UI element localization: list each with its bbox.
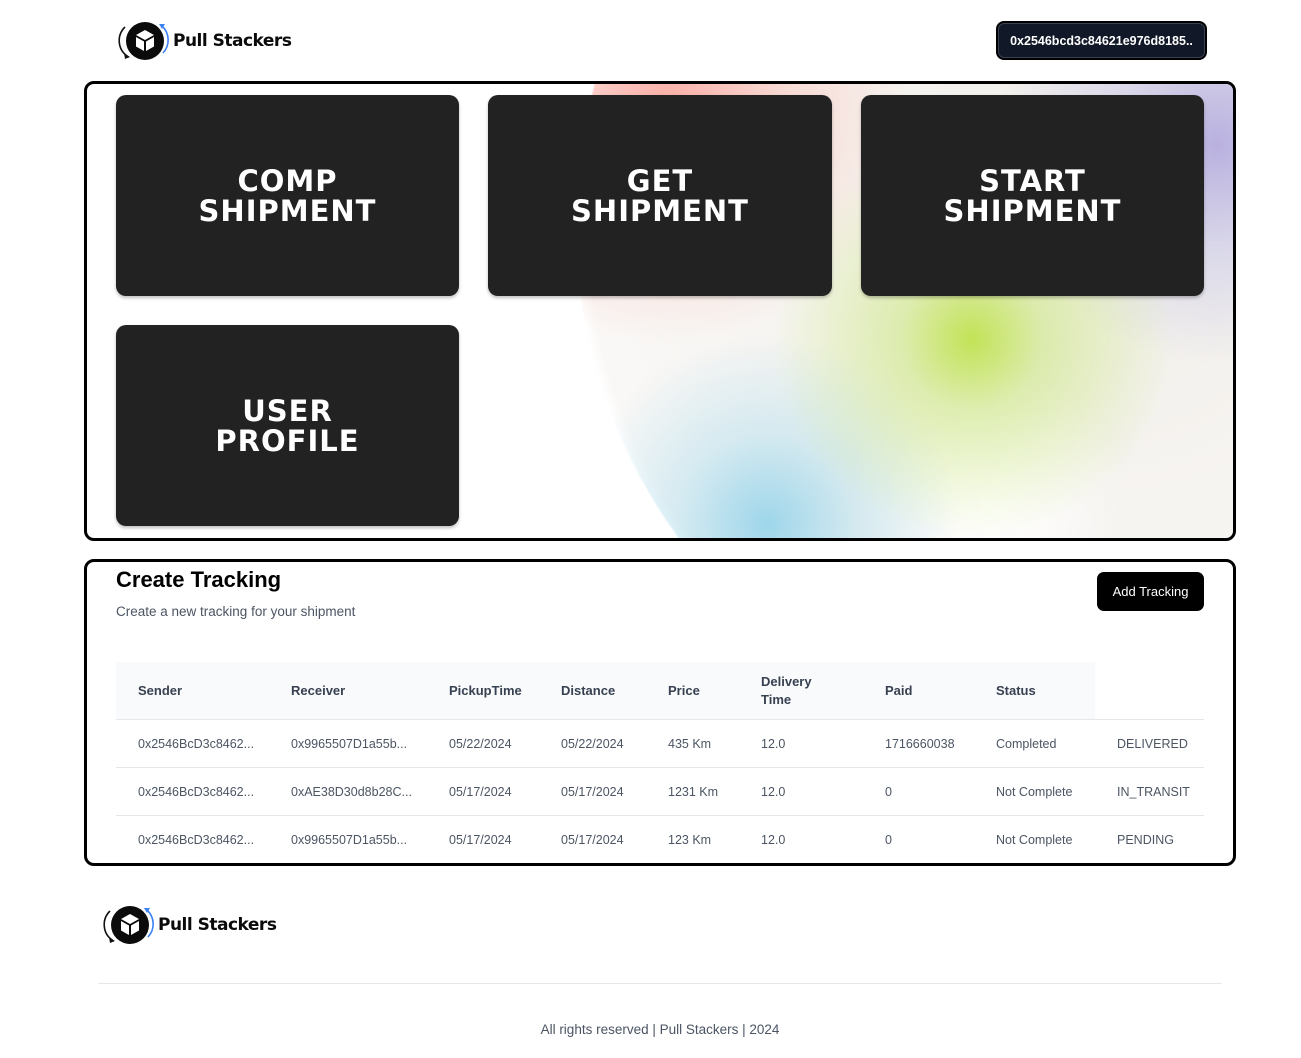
cell-distance: 123 Km	[668, 833, 712, 847]
cell-distance: 435 Km	[668, 737, 712, 751]
cell-receiver: 0xAE38D30d8b28C...	[291, 785, 412, 799]
brand-logo[interactable]: Pull Stackers	[116, 20, 292, 62]
cell-state: IN_TRANSIT	[1117, 785, 1190, 799]
card-title-line2: SHIPMENT	[198, 193, 377, 228]
cell-status: Completed	[996, 737, 1057, 751]
cell-price: 12.0	[761, 833, 786, 847]
cell-price: 12.0	[761, 785, 786, 799]
header: Pull Stackers 0x2546bcd3c84621e976d8185.…	[0, 0, 1301, 82]
footer-logo[interactable]: Pull Stackers	[101, 904, 277, 946]
cell-distance-date: 05/17/2024	[561, 833, 624, 847]
column-header-price: Price	[668, 683, 700, 698]
cell-distance: 1231 Km	[668, 785, 719, 799]
delivery-time-line2: Time	[761, 692, 792, 707]
cell-pickup-time: 05/17/2024	[449, 833, 512, 847]
actions-panel: COMP SHIPMENT GET SHIPMENT START SHIPMEN…	[84, 81, 1236, 541]
footer-copyright: All rights reserved | Pull Stackers | 20…	[540, 1022, 780, 1037]
cell-paid: 1716660038	[885, 737, 955, 751]
box-cycle-icon	[116, 20, 172, 62]
cell-paid: 0	[885, 785, 892, 799]
get-shipment-card[interactable]: GET SHIPMENT	[488, 95, 832, 296]
card-title-line1: START	[979, 163, 1086, 198]
box-cycle-icon	[101, 904, 157, 946]
delivery-time-line1: Delivery	[761, 674, 812, 689]
card-title-line1: USER	[242, 393, 333, 428]
cell-receiver: 0x9965507D1a55b...	[291, 833, 408, 847]
cell-pickup-time: 05/22/2024	[449, 737, 512, 751]
tracking-panel: Create Tracking Create a new tracking fo…	[84, 559, 1236, 866]
card-title-line1: GET	[626, 163, 694, 198]
table-row[interactable]: 0x2546BcD3c8462... 0x9965507D1a55b... 05…	[116, 816, 1204, 863]
brand-name: Pull Stackers	[173, 31, 292, 51]
add-tracking-button[interactable]: Add Tracking	[1097, 572, 1204, 611]
card-title-line2: PROFILE	[215, 423, 360, 458]
cell-receiver: 0x9965507D1a55b...	[291, 737, 408, 751]
column-header-delivery-time: Delivery Time	[761, 662, 812, 720]
footer-brand-name: Pull Stackers	[158, 915, 277, 935]
wallet-address-button[interactable]: 0x2546bcd3c84621e976d8185..	[996, 21, 1207, 60]
card-title-line2: SHIPMENT	[943, 193, 1122, 228]
card-title-line1: COMP	[237, 163, 338, 198]
cell-pickup-time: 05/17/2024	[449, 785, 512, 799]
column-header-status: Status	[996, 683, 1036, 698]
shipments-table: Sender Receiver PickupTime Distance Pric…	[116, 662, 1204, 863]
cell-status: Not Complete	[996, 785, 1073, 799]
footer-divider	[98, 983, 1222, 984]
column-header-pickup-time: PickupTime	[449, 683, 522, 698]
cell-sender: 0x2546BcD3c8462...	[138, 833, 255, 847]
start-shipment-card[interactable]: START SHIPMENT	[861, 95, 1204, 296]
cell-distance-date: 05/17/2024	[561, 785, 624, 799]
table-header: Sender Receiver PickupTime Distance Pric…	[116, 662, 1204, 720]
cell-state: DELIVERED	[1117, 737, 1188, 751]
column-header-distance: Distance	[561, 683, 616, 698]
cell-sender: 0x2546BcD3c8462...	[138, 737, 255, 751]
card-title-line2: SHIPMENT	[571, 193, 749, 228]
tracking-subtitle: Create a new tracking for your shipment	[116, 604, 356, 619]
user-profile-card[interactable]: USER PROFILE	[116, 325, 459, 526]
cell-status: Not Complete	[996, 833, 1073, 847]
column-header-receiver: Receiver	[291, 683, 346, 698]
cell-sender: 0x2546BcD3c8462...	[138, 785, 255, 799]
cell-distance-date: 05/22/2024	[561, 737, 624, 751]
cell-state: PENDING	[1117, 833, 1174, 847]
tracking-title: Create Tracking	[116, 567, 282, 592]
cell-paid: 0	[885, 833, 892, 847]
column-header-sender: Sender	[138, 683, 183, 698]
column-header-paid: Paid	[885, 683, 913, 698]
comp-shipment-card[interactable]: COMP SHIPMENT	[116, 95, 459, 296]
cell-price: 12.0	[761, 737, 786, 751]
table-row[interactable]: 0x2546BcD3c8462... 0x9965507D1a55b... 05…	[116, 720, 1204, 768]
table-row[interactable]: 0x2546BcD3c8462... 0xAE38D30d8b28C... 05…	[116, 768, 1204, 816]
